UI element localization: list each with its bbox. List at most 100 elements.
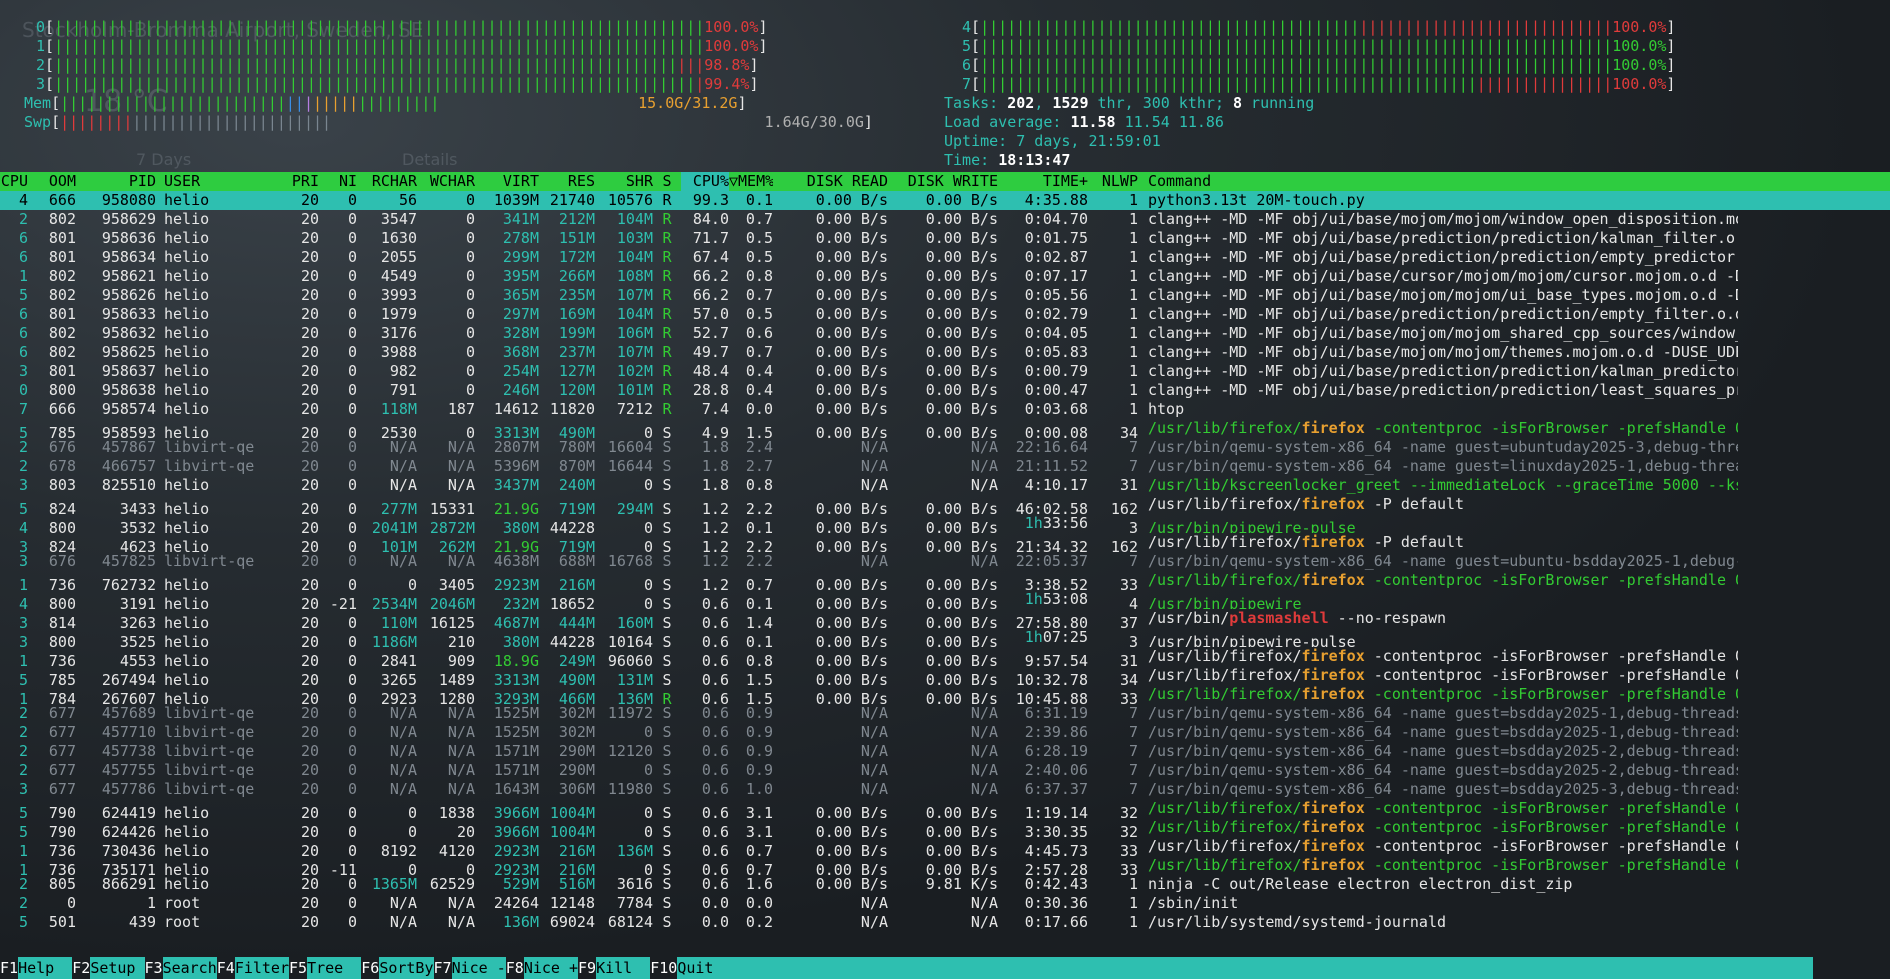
- cell-rchar: 2041M: [371, 519, 417, 533]
- process-row[interactable]: 2 677 457755 libvirt-qe 20 0 N/A N/A 1571M 290M 0 S…: [0, 761, 1890, 780]
- cell-rchar: 8192: [380, 842, 417, 856]
- cell-res: 216M: [558, 861, 595, 875]
- process-row[interactable]: 3 676 457825 libvirt-qe 20 0 N/A N/A 4638M 688M 16…: [0, 552, 1890, 571]
- header-rchar[interactable]: RCHAR: [357, 172, 417, 191]
- fkey-f4[interactable]: F4: [217, 959, 235, 977]
- header-oom[interactable]: OOM: [36, 172, 76, 191]
- column-header[interactable]: CPU OOM PID USER PRI NI RCHAR WCHAR VIRT RES SHR S C…: [0, 172, 1890, 191]
- header-diskwrite[interactable]: DISK WRITE: [888, 172, 998, 191]
- process-row[interactable]: 3 800 3525 helio 20 0 1186M 210 380M 44228 10164 S 0…: [0, 628, 1890, 647]
- header-command[interactable]: Command: [1138, 172, 1738, 191]
- header-pid[interactable]: PID: [76, 172, 156, 191]
- fkey-f8[interactable]: F8: [506, 959, 524, 977]
- header-wchar[interactable]: WCHAR: [417, 172, 475, 191]
- process-row[interactable]: 2 676 457867 libvirt-qe 20 0 N/A N/A 2807M 780M 16…: [0, 438, 1890, 457]
- fkey-f3[interactable]: F3: [145, 959, 163, 977]
- process-row[interactable]: 2 678 466757 libvirt-qe 20 0 N/A N/A 5396M 870M 16…: [0, 457, 1890, 476]
- header-pri[interactable]: PRI: [269, 172, 319, 191]
- header-ni[interactable]: NI: [319, 172, 357, 191]
- fkey-f9[interactable]: F9: [578, 959, 596, 977]
- fkey-f7[interactable]: F7: [434, 959, 452, 977]
- process-row[interactable]: 1 784 267607 helio 20 0 2923 1280 3293M 466M 136M R…: [0, 685, 1890, 704]
- process-row[interactable]: 1 736 730436 helio 20 0 8192 4120 2923M 216M 136M S…: [0, 837, 1890, 856]
- header-diskread[interactable]: DISK READ: [773, 172, 888, 191]
- cell-diskread: 0.00 B/s: [815, 633, 888, 647]
- cell-nlwp: 32: [1119, 823, 1138, 837]
- header-mem[interactable]: ▽MEM%: [729, 172, 773, 191]
- process-row[interactable]: 1 736 735171 helio 20 -11 0 0 2923M 216M 0 S 0.6 0.7 0…: [0, 856, 1890, 875]
- fkey-f6[interactable]: F6: [361, 959, 379, 977]
- fkey-f1-label[interactable]: Help: [18, 957, 73, 979]
- cell-s: S: [662, 780, 672, 798]
- process-row[interactable]: 6 802 958632 helio 20 0 3176 0 328M 199M 106M R 52.7…: [0, 324, 1890, 343]
- cell-diskread: 0.00 B/s: [815, 424, 888, 438]
- fkey-f8-label[interactable]: Nice +: [523, 957, 578, 979]
- fkey-f4-label[interactable]: Filter: [234, 957, 289, 979]
- cell-diskread: 0.00 B/s: [815, 267, 888, 285]
- cell-diskread: 0.00 B/s: [815, 614, 888, 628]
- cell-pid: 1: [146, 894, 156, 912]
- process-row[interactable]: 5 501 439 root 20 0 N/A N/A 136M 69024 68124 S 0.0 0.…: [0, 913, 1890, 932]
- fkey-f5-label[interactable]: Tree: [307, 957, 362, 979]
- process-row[interactable]: 6 801 958633 helio 20 0 1979 0 297M 169M 104M R 57.0…: [0, 305, 1890, 324]
- header-cpu[interactable]: CPU: [0, 172, 36, 191]
- process-row[interactable]: 6 801 958634 helio 20 0 2055 0 299M 172M 104M R 67.4…: [0, 248, 1890, 267]
- process-row[interactable]: 3 814 3263 helio 20 0 110M 16125 4687M 444M 160M S 0…: [0, 609, 1890, 628]
- header-nlwp[interactable]: NLWP: [1088, 172, 1138, 191]
- fkey-f10[interactable]: F10: [650, 959, 677, 977]
- header-res[interactable]: RES: [539, 172, 595, 191]
- header-virt[interactable]: VIRT: [475, 172, 539, 191]
- process-row[interactable]: 5 802 958626 helio 20 0 3993 0 365M 235M 107M R 66.2…: [0, 286, 1890, 305]
- process-row[interactable]: 3 801 958637 helio 20 0 982 0 254M 127M 102M R 48.4 0…: [0, 362, 1890, 381]
- process-row[interactable]: 4 800 3532 helio 20 0 2041M 2872M 380M 44228 0 S 1.2…: [0, 514, 1890, 533]
- cell-wchar: 0: [465, 861, 475, 875]
- process-row[interactable]: 2 0 1 root 20 0 N/A N/A 24264 12148 7784 S 0.0 0.0 N/A…: [0, 894, 1890, 913]
- cell-user: helio: [164, 633, 210, 647]
- header-user[interactable]: USER: [156, 172, 269, 191]
- cell-oom: 677: [48, 780, 76, 798]
- cell-cpu: 2: [18, 457, 28, 475]
- header-shr[interactable]: SHR: [595, 172, 653, 191]
- process-row[interactable]: 1 802 958621 helio 20 0 4549 0 395M 266M 108M R 66.2…: [0, 267, 1890, 286]
- header-s[interactable]: S: [653, 172, 681, 191]
- cell-diskwrite: 0.00 B/s: [925, 842, 998, 856]
- process-row[interactable]: 4 800 3191 helio 20 -21 2534M 2046M 232M 18652 0 S 0…: [0, 590, 1890, 609]
- process-row[interactable]: 1 736 762732 helio 20 0 0 3405 2923M 216M 0 S 1.2 0.7…: [0, 571, 1890, 590]
- fkey-f2-label[interactable]: Setup: [90, 957, 145, 979]
- fkey-f1[interactable]: F1: [0, 959, 18, 977]
- process-row[interactable]: 2 677 457710 libvirt-qe 20 0 N/A N/A 1525M 302M 0 S…: [0, 723, 1890, 742]
- process-row[interactable]: 5 824 3433 helio 20 0 277M 15331 21.9G 719M 294M S 1…: [0, 495, 1890, 514]
- process-row[interactable]: 2 677 457738 libvirt-qe 20 0 N/A N/A 1571M 290M 12…: [0, 742, 1890, 761]
- fkey-f2[interactable]: F2: [72, 959, 90, 977]
- process-row[interactable]: 0 800 958638 helio 20 0 791 0 246M 120M 101M R 28.8 0…: [0, 381, 1890, 400]
- process-row[interactable]: 4 666 958080 helio 20 0 56 0 1039M 21740 10576 R 99.…: [0, 191, 1890, 210]
- fkey-f6-label[interactable]: SortBy: [379, 957, 434, 979]
- process-row[interactable]: 6 802 958625 helio 20 0 3988 0 368M 237M 107M R 49.7…: [0, 343, 1890, 362]
- process-row[interactable]: 3 803 825510 helio 20 0 N/A N/A 3437M 240M 0 S 1.8 0.…: [0, 476, 1890, 495]
- process-row[interactable]: 2 677 457689 libvirt-qe 20 0 N/A N/A 1525M 302M 11…: [0, 704, 1890, 723]
- process-row[interactable]: 5 790 624426 helio 20 0 0 20 3966M 1004M 0 S 0.6 3.1 0…: [0, 818, 1890, 837]
- process-row[interactable]: 5 785 958593 helio 20 0 2530 0 3313M 490M 0 S 4.9 1.5…: [0, 419, 1890, 438]
- cell-wchar: 3405: [438, 576, 475, 590]
- fkey-f5[interactable]: F5: [289, 959, 307, 977]
- cell-ni: 0: [347, 457, 357, 475]
- fkey-f7-label[interactable]: Nice -: [451, 957, 506, 979]
- cell-pid: 457786: [101, 780, 156, 798]
- process-row[interactable]: 5 785 267494 helio 20 0 3265 1489 3313M 490M 131M S…: [0, 666, 1890, 685]
- process-row[interactable]: 3 824 4623 helio 20 0 101M 262M 21.9G 719M 0 S 1.2 2.…: [0, 533, 1890, 552]
- process-row[interactable]: 2 805 866291 helio 20 0 1365M 62529 529M 516M 3616…: [0, 875, 1890, 894]
- fkey-f9-label[interactable]: Kill: [596, 957, 651, 979]
- header-cpu[interactable]: CPU%: [681, 172, 729, 191]
- fkey-f3-label[interactable]: Search: [162, 957, 217, 979]
- fkey-f10-label[interactable]: Quit: [677, 957, 714, 979]
- process-row[interactable]: 3 677 457786 libvirt-qe 20 0 N/A N/A 1643M 306M 11…: [0, 780, 1890, 799]
- cell-user: helio: [164, 191, 210, 209]
- process-row[interactable]: 2 802 958629 helio 20 0 3547 0 341M 212M 104M R 84.0…: [0, 210, 1890, 229]
- process-row[interactable]: 6 801 958636 helio 20 0 1630 0 278M 151M 103M R 71.7…: [0, 229, 1890, 248]
- header-time[interactable]: TIME+: [998, 172, 1088, 191]
- process-row[interactable]: 1 736 4553 helio 20 0 2841 909 18.9G 249M 96060 S 0.…: [0, 647, 1890, 666]
- cell-nlwp: 7: [1128, 742, 1138, 760]
- process-row[interactable]: 5 790 624419 helio 20 0 0 1838 3966M 1004M 0 S 0.6 3.…: [0, 799, 1890, 818]
- process-row[interactable]: 7 666 958574 helio 20 0 118M 187 14612 11820 7212 R…: [0, 400, 1890, 419]
- cell-virt: 1571M: [493, 761, 539, 779]
